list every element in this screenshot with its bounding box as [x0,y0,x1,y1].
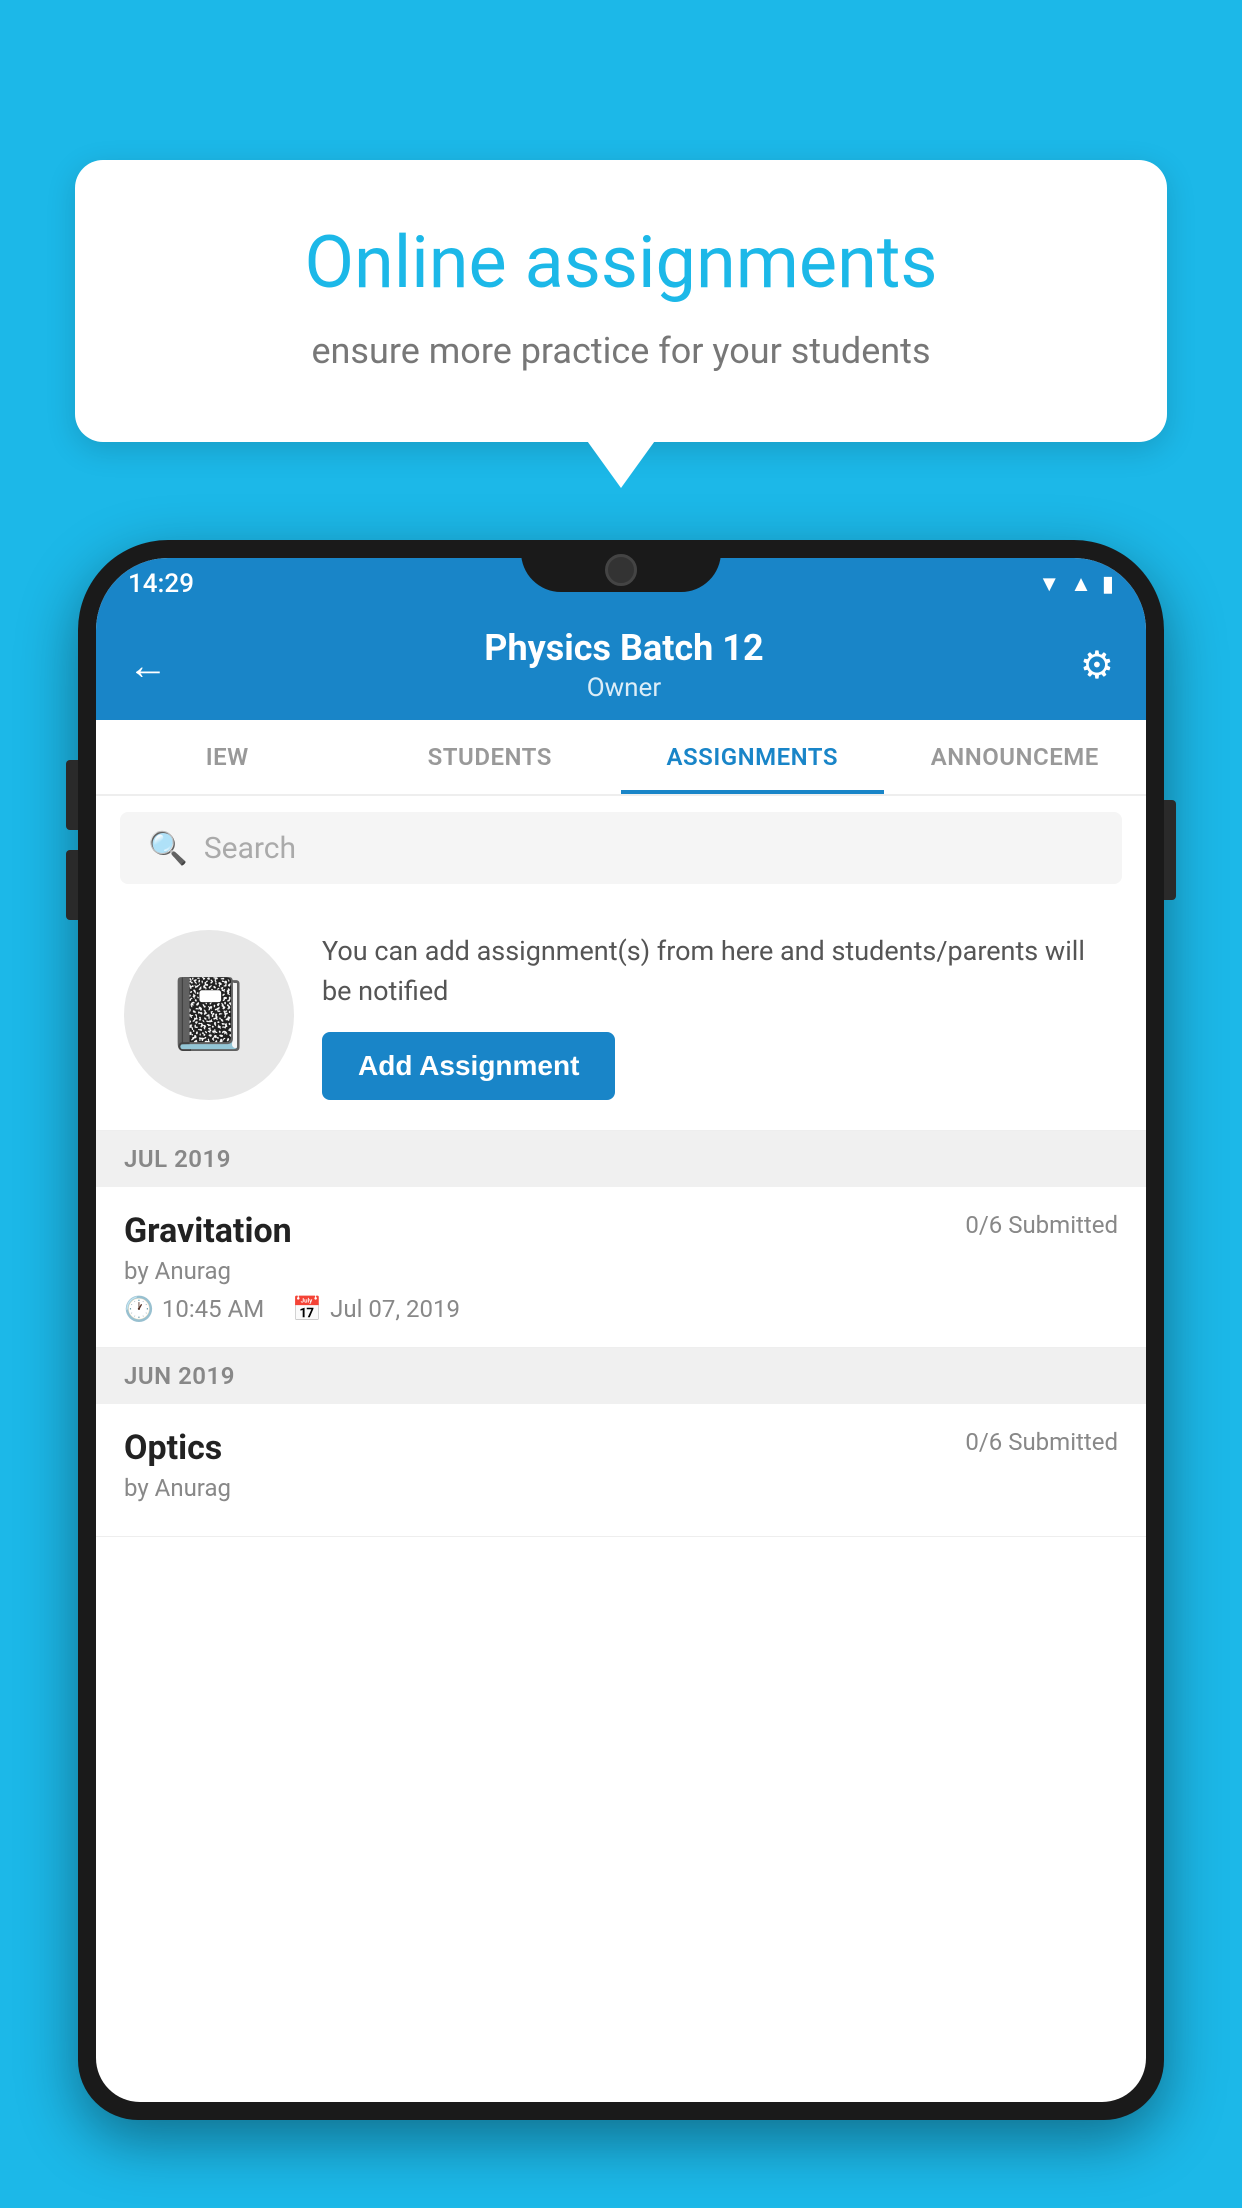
assignment-header-optics: Optics 0/6 Submitted [124,1428,1118,1468]
tab-students[interactable]: STUDENTS [359,720,622,794]
notebook-icon: 📓 [165,974,252,1056]
search-icon: 🔍 [148,829,188,867]
settings-icon[interactable]: ⚙ [1080,643,1114,688]
tab-iew[interactable]: IEW [96,720,359,794]
tab-assignments[interactable]: ASSIGNMENTS [621,720,884,794]
assignment-time: 🕐 10:45 AM [124,1295,264,1323]
app-header: ← Physics Batch 12 Owner ⚙ [96,610,1146,720]
power-button[interactable] [1164,800,1176,900]
phone-container: 14:29 ▼ ▲ ▮ ← Physics Batch 12 Owner ⚙ [78,540,1164,2208]
phone-screen: 14:29 ▼ ▲ ▮ ← Physics Batch 12 Owner ⚙ [96,558,1146,2102]
phone-notch [521,540,721,592]
back-button[interactable]: ← [128,642,168,689]
signal-icon: ▲ [1070,571,1092,597]
search-box[interactable]: 🔍 Search [120,812,1122,884]
header-center: Physics Batch 12 Owner [484,627,763,703]
header-title: Physics Batch 12 [484,627,763,669]
wifi-icon: ▼ [1038,571,1060,597]
front-camera [605,554,637,586]
assignment-name-optics: Optics [124,1428,222,1468]
promo-text: You can add assignment(s) from here and … [322,931,1118,1012]
status-time: 14:29 [128,569,194,599]
assignment-optics[interactable]: Optics 0/6 Submitted by Anurag [96,1404,1146,1537]
tooltip-card: Online assignments ensure more practice … [75,160,1167,442]
battery-icon: ▮ [1102,572,1114,597]
header-subtitle: Owner [484,673,763,703]
assignment-meta: 🕐 10:45 AM 📅 Jul 07, 2019 [124,1295,1118,1323]
status-icons: ▼ ▲ ▮ [1038,571,1114,597]
phone-outer: 14:29 ▼ ▲ ▮ ← Physics Batch 12 Owner ⚙ [78,540,1164,2120]
section-jul-2019: JUL 2019 [96,1131,1146,1187]
add-assignment-button[interactable]: Add Assignment [322,1032,615,1100]
promo-icon-circle: 📓 [124,930,294,1100]
section-jun-2019: JUN 2019 [96,1348,1146,1404]
assignment-name: Gravitation [124,1211,292,1251]
tooltip-subtitle: ensure more practice for your students [145,330,1097,372]
search-placeholder: Search [204,831,296,866]
tooltip-title: Online assignments [145,220,1097,306]
assignment-by: by Anurag [124,1257,1118,1285]
tabs-bar: IEW STUDENTS ASSIGNMENTS ANNOUNCEME [96,720,1146,796]
assignment-header: Gravitation 0/6 Submitted [124,1211,1118,1251]
clock-icon: 🕐 [124,1295,154,1323]
volume-up-button[interactable] [66,760,78,830]
tab-announcements[interactable]: ANNOUNCEME [884,720,1147,794]
assignment-date: 📅 Jul 07, 2019 [292,1295,460,1323]
assignment-gravitation[interactable]: Gravitation 0/6 Submitted by Anurag 🕐 10… [96,1187,1146,1348]
search-container: 🔍 Search [96,796,1146,900]
assignment-submitted-optics: 0/6 Submitted [965,1428,1118,1456]
assignment-by-optics: by Anurag [124,1474,1118,1502]
promo-content: You can add assignment(s) from here and … [322,931,1118,1100]
calendar-icon: 📅 [292,1295,322,1323]
volume-down-button[interactable] [66,850,78,920]
promo-card: 📓 You can add assignment(s) from here an… [96,900,1146,1131]
assignment-submitted: 0/6 Submitted [965,1211,1118,1239]
